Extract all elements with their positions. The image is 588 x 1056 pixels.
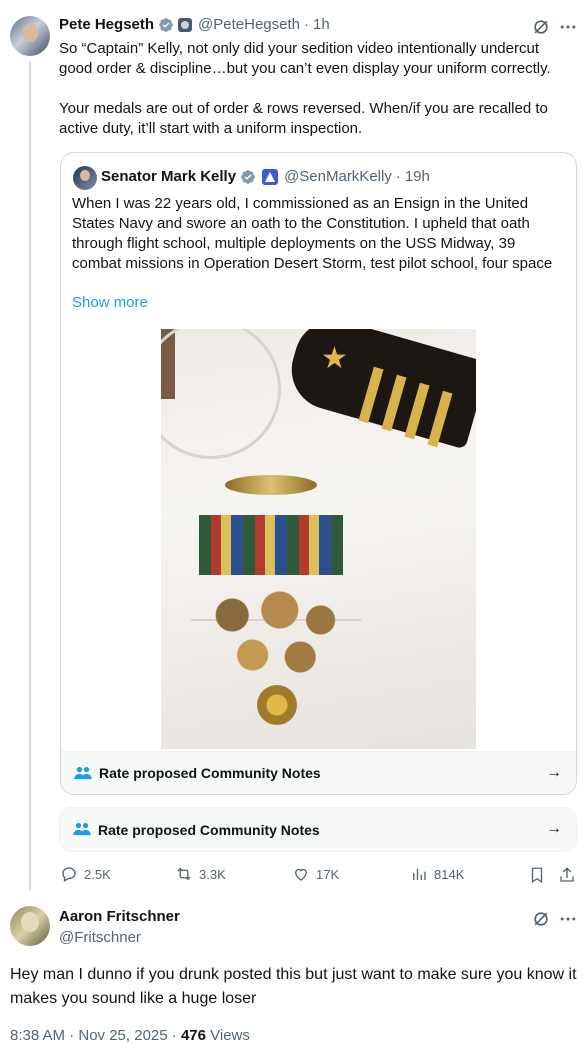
reply-author-handle[interactable]: @Fritschner xyxy=(59,929,141,946)
ribbon-rack xyxy=(199,515,343,575)
views-button[interactable]: 814K xyxy=(410,865,464,883)
grok-icon[interactable] xyxy=(531,909,551,929)
thread-connector xyxy=(29,62,31,890)
quoted-post-text: When I was 22 years old, I commissioned … xyxy=(72,195,553,272)
verified-badge-icon xyxy=(159,17,173,32)
post-time[interactable]: 1h xyxy=(313,16,330,33)
reply-icon xyxy=(62,867,76,882)
reply-count: 2.5K xyxy=(84,866,111,882)
separator-dot: · xyxy=(304,16,309,33)
post-text: So “Captain” Kelly, not only did your se… xyxy=(59,40,551,137)
arrow-right-icon: → xyxy=(546,764,562,781)
author-avatar[interactable] xyxy=(10,16,50,56)
quoted-author-handle: @SenMarkKelly xyxy=(284,168,392,185)
share-icon[interactable] xyxy=(558,865,576,885)
separator-dot: · xyxy=(395,168,401,185)
more-options-icon[interactable] xyxy=(558,17,578,37)
more-options-icon[interactable] xyxy=(558,909,578,929)
astronaut-pin xyxy=(257,685,297,725)
community-notes-button[interactable]: Rate proposed Community Notes → xyxy=(59,807,577,852)
show-more-link[interactable]: Show more xyxy=(72,294,148,311)
photo-collar xyxy=(161,329,281,459)
timestamp-text[interactable]: 8:38 AM · Nov 25, 2025 · xyxy=(10,1027,181,1044)
community-notes-icon xyxy=(73,822,91,836)
quoted-community-notes-button[interactable]: Rate proposed Community Notes → xyxy=(61,751,576,794)
community-notes-label: Rate proposed Community Notes xyxy=(99,765,321,781)
bookmark-icon[interactable] xyxy=(528,865,546,885)
repost-count: 3.3K xyxy=(199,866,226,882)
views-label: Views xyxy=(205,1027,250,1044)
heart-icon xyxy=(295,868,307,881)
author-name[interactable]: Pete Hegseth xyxy=(59,16,154,33)
grok-icon[interactable] xyxy=(531,17,551,37)
reply-author-avatar[interactable] xyxy=(10,906,50,946)
verified-badge-icon xyxy=(241,169,255,184)
reply-author-handle-row: @Fritschner xyxy=(59,929,141,946)
medal-rack xyxy=(205,575,341,675)
aviator-wings xyxy=(225,475,317,495)
government-badge-icon xyxy=(262,168,279,185)
affiliation-badge-icon xyxy=(178,17,193,32)
quoted-author-name: Senator Mark Kelly xyxy=(101,168,237,185)
reply-text: Hey man I dunno if you drunk posted this… xyxy=(10,966,577,1007)
reply-author-name-row: Aaron Fritschner xyxy=(59,908,180,925)
community-notes-label: Rate proposed Community Notes xyxy=(98,822,320,838)
quoted-post[interactable]: Senator Mark Kelly @SenMarkKelly · 19h W… xyxy=(60,152,577,795)
reply-author-name[interactable]: Aaron Fritschner xyxy=(59,908,180,925)
view-count: 476 xyxy=(180,1027,206,1044)
quoted-post-header: Senator Mark Kelly @SenMarkKelly · 19h xyxy=(101,168,430,185)
quoted-author-avatar xyxy=(73,166,97,190)
shoulder-board xyxy=(282,329,476,450)
reply-button[interactable]: 2.5K xyxy=(60,865,111,883)
views-chart-icon xyxy=(413,868,426,880)
views-count: 814K xyxy=(434,866,465,882)
post-header: Pete Hegseth @PeteHegseth · 1h xyxy=(59,16,330,33)
community-notes-icon xyxy=(74,766,92,780)
star-insignia-icon: ★ xyxy=(321,342,348,375)
quoted-post-time: 19h xyxy=(404,168,430,185)
like-button[interactable]: 17K xyxy=(292,865,339,883)
like-count: 17K xyxy=(316,866,340,882)
author-handle[interactable]: @PeteHegseth xyxy=(198,16,300,33)
repost-icon xyxy=(177,867,191,881)
uniform-photo[interactable]: ★ xyxy=(161,329,476,749)
arrow-right-icon: → xyxy=(546,820,562,837)
repost-button[interactable]: 3.3K xyxy=(175,865,226,883)
post-timestamp: 8:38 AM · Nov 25, 2025 · 476 Views xyxy=(10,1027,250,1044)
action-bar: 2.5K 3.3K 17K 814K xyxy=(60,865,580,887)
